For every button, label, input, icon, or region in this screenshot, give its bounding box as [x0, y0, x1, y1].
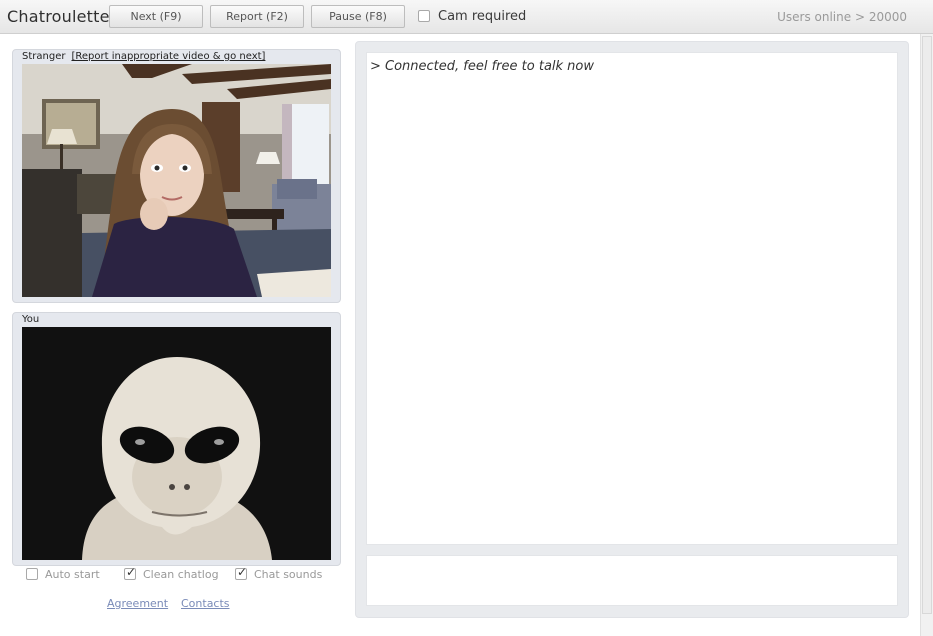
- next-button[interactable]: Next (F9): [109, 5, 203, 28]
- chat-input[interactable]: [366, 555, 898, 606]
- you-video: [22, 327, 331, 560]
- stranger-video: [22, 64, 331, 297]
- chat-sounds-option[interactable]: Chat sounds: [235, 565, 323, 581]
- report-inappropriate-link[interactable]: [Report inappropriate video & go next]: [71, 51, 265, 62]
- chat-log: > Connected, feel free to talk now: [366, 52, 898, 545]
- auto-start-option[interactable]: Auto start: [26, 568, 100, 581]
- chat-sounds-label: Chat sounds: [254, 568, 323, 581]
- you-label: You: [22, 314, 40, 325]
- agreement-link[interactable]: Agreement: [107, 597, 168, 610]
- clean-chatlog-label: Clean chatlog: [143, 568, 219, 581]
- report-button[interactable]: Report (F2): [210, 5, 304, 28]
- clean-chatlog-option[interactable]: Clean chatlog: [124, 565, 219, 581]
- app-logo: Chatroulette: [7, 7, 110, 26]
- users-online-count: Users online > 20000: [777, 10, 907, 24]
- auto-start-checkbox[interactable]: [26, 568, 38, 580]
- clean-chatlog-checkbox[interactable]: [124, 565, 136, 580]
- stranger-video-panel: Stranger [Report inappropriate video & go…: [12, 49, 341, 303]
- scrollbar-thumb[interactable]: [922, 36, 932, 614]
- cam-required-checkbox[interactable]: [418, 9, 430, 22]
- pause-button[interactable]: Pause (F8): [311, 5, 405, 28]
- you-video-frame: [22, 327, 331, 560]
- cam-required-label: Cam required: [438, 9, 527, 24]
- chat-sounds-checkbox[interactable]: [235, 565, 247, 580]
- stranger-video-frame: [22, 64, 331, 297]
- cam-required-option[interactable]: Cam required: [418, 9, 526, 24]
- page-scrollbar[interactable]: [920, 34, 933, 636]
- you-video-panel: You: [12, 312, 341, 566]
- chat-panel: > Connected, feel free to talk now: [355, 41, 909, 618]
- top-toolbar: Chatroulette Next (F9) Report (F2) Pause…: [0, 0, 933, 34]
- stranger-label: Stranger: [22, 51, 66, 62]
- auto-start-label: Auto start: [45, 568, 100, 581]
- chat-message: > Connected, feel free to talk now: [370, 59, 595, 74]
- contacts-link[interactable]: Contacts: [181, 597, 230, 610]
- stranger-header: Stranger [Report inappropriate video & go…: [22, 51, 265, 62]
